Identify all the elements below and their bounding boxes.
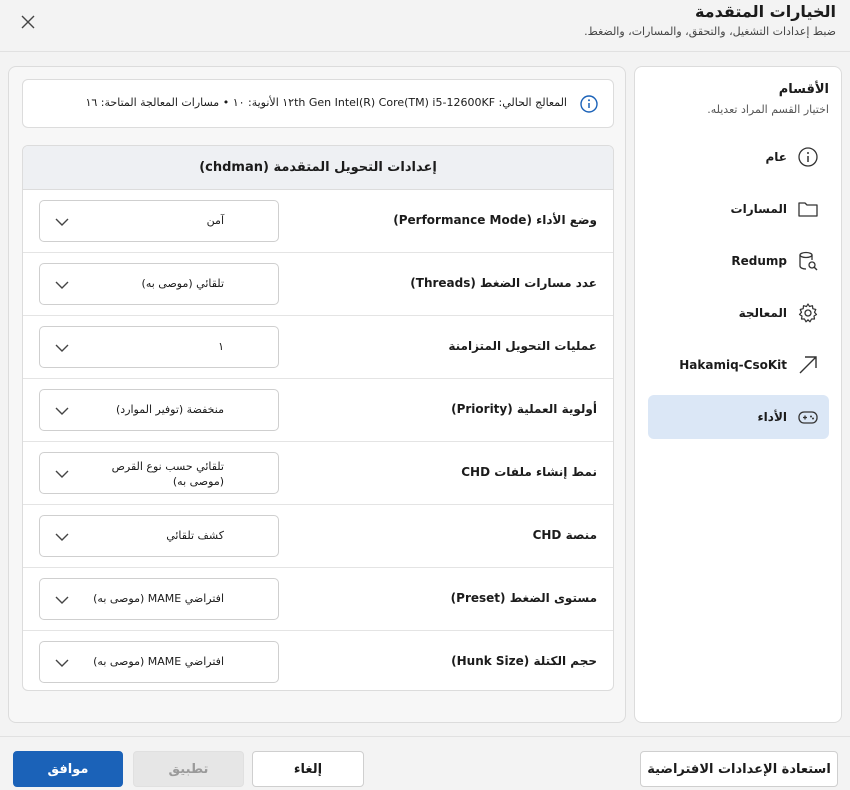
sections-sidebar: الأقسام اختيار القسم المراد تعديله. عام … [634, 66, 842, 723]
sidebar-title: الأقسام [778, 82, 829, 97]
dialog-title: الخيارات المتقدمة [694, 2, 836, 21]
concurrent-conversions-select[interactable]: ١ [39, 326, 279, 368]
select-value: تلقائي (موصى به) [141, 277, 224, 290]
chevron-down-icon [55, 344, 69, 352]
setting-row-hunk-size: حجم الكتلة (Hunk Size) افتراضي MAME (موص… [23, 631, 613, 690]
select-value: آمن [206, 214, 224, 227]
database-search-icon [797, 250, 819, 272]
chevron-down-icon [55, 659, 69, 667]
sidebar-item-label: عام [765, 150, 788, 164]
apply-button[interactable]: تطبيق [133, 751, 244, 787]
chevron-down-icon [55, 218, 69, 226]
cpu-info-card: المعالج الحالي: 12600KF-١٢th Gen Intel(R… [22, 79, 614, 128]
setting-label: حجم الكتلة (Hunk Size) [451, 654, 597, 668]
chevron-down-icon [55, 407, 69, 415]
cancel-button[interactable]: إلغاء [252, 751, 364, 787]
sidebar-item-performance[interactable]: الأداء [648, 395, 829, 439]
sidebar-item-label: Hakamiq-CsoKit [679, 358, 787, 372]
select-value: تلقائي حسب نوع القرص (موصى به) [111, 460, 224, 488]
restore-defaults-button[interactable]: استعادة الإعدادات الافتراضية [640, 751, 838, 787]
main-panel: المعالج الحالي: 12600KF-١٢th Gen Intel(R… [8, 66, 626, 723]
setting-row-concurrent-conversions: عمليات التحويل المتزامنة ١ [23, 316, 613, 379]
chevron-down-icon [55, 281, 69, 289]
priority-select[interactable]: منخفضة (توفير الموارد) [39, 389, 279, 431]
cpu-info-text: المعالج الحالي: 12600KF-١٢th Gen Intel(R… [85, 96, 567, 109]
dialog-footer: موافق تطبيق إلغاء استعادة الإعدادات الاف… [0, 736, 850, 790]
dialog-header: الخيارات المتقدمة ضبط إعدادات التشغيل، و… [0, 0, 850, 52]
sidebar-item-hakamiq-csokit[interactable]: Hakamiq-CsoKit [648, 343, 829, 387]
sidebar-item-label: الأداء [757, 410, 787, 424]
setting-row-threads: عدد مسارات الضغط (Threads) تلقائي (موصى … [23, 253, 613, 316]
folder-icon [797, 198, 819, 220]
sidebar-item-general[interactable]: عام [648, 135, 829, 179]
close-button[interactable] [14, 8, 42, 36]
chevron-down-icon [55, 533, 69, 541]
select-value: افتراضي MAME (موصى به) [93, 655, 224, 668]
sidebar-item-paths[interactable]: المسارات [648, 187, 829, 231]
setting-row-priority: أولوية العملية (Priority) منخفضة (توفير … [23, 379, 613, 442]
sidebar-item-processing[interactable]: المعالجة [648, 291, 829, 335]
performance-mode-select[interactable]: آمن [39, 200, 279, 242]
setting-row-performance-mode: وضع الأداء (Performance Mode) آمن [23, 190, 613, 253]
setting-label: منصة CHD [532, 528, 597, 542]
sidebar-subtitle: اختيار القسم المراد تعديله. [707, 103, 829, 116]
hunk-size-select[interactable]: افتراضي MAME (موصى به) [39, 641, 279, 683]
sidebar-item-label: Redump [731, 254, 787, 268]
setting-label: نمط إنشاء ملفات CHD [461, 465, 597, 479]
select-value: افتراضي MAME (موصى به) [93, 592, 224, 605]
select-value: ١ [218, 340, 224, 353]
chevron-down-icon [55, 596, 69, 604]
setting-row-chd-platform: منصة CHD كشف تلقائي [23, 505, 613, 568]
select-value: كشف تلقائي [166, 529, 224, 542]
dialog-subtitle: ضبط إعدادات التشغيل، والتحقق، والمسارات،… [584, 25, 836, 38]
sidebar-item-label: المعالجة [738, 306, 787, 320]
conversion-settings-card: إعدادات التحويل المتقدمة (chdman) وضع ال… [22, 145, 614, 691]
chd-platform-select[interactable]: كشف تلقائي [39, 515, 279, 557]
setting-label: مستوى الضغط (Preset) [450, 591, 597, 605]
ok-button[interactable]: موافق [13, 751, 123, 787]
sidebar-item-redump[interactable]: Redump [648, 239, 829, 283]
setting-row-preset: مستوى الضغط (Preset) افتراضي MAME (موصى … [23, 568, 613, 631]
setting-label: وضع الأداء (Performance Mode) [393, 213, 597, 227]
threads-select[interactable]: تلقائي (موصى به) [39, 263, 279, 305]
sidebar-item-label: المسارات [730, 202, 787, 216]
settings-card-title: إعدادات التحويل المتقدمة (chdman) [23, 146, 613, 190]
setting-label: عدد مسارات الضغط (Threads) [410, 276, 597, 290]
close-icon [21, 15, 35, 29]
info-icon [580, 95, 598, 113]
gear-icon [797, 302, 819, 324]
gamepad-icon [797, 406, 819, 428]
setting-label: عمليات التحويل المتزامنة [448, 339, 597, 353]
chevron-down-icon [55, 470, 69, 478]
info-icon [797, 146, 819, 168]
preset-select[interactable]: افتراضي MAME (موصى به) [39, 578, 279, 620]
arrow-up-right-icon [797, 354, 819, 376]
chd-mode-select[interactable]: تلقائي حسب نوع القرص (موصى به) [39, 452, 279, 494]
setting-row-chd-mode: نمط إنشاء ملفات CHD تلقائي حسب نوع القرص… [23, 442, 613, 505]
setting-label: أولوية العملية (Priority) [451, 402, 597, 416]
select-value: منخفضة (توفير الموارد) [116, 403, 224, 416]
